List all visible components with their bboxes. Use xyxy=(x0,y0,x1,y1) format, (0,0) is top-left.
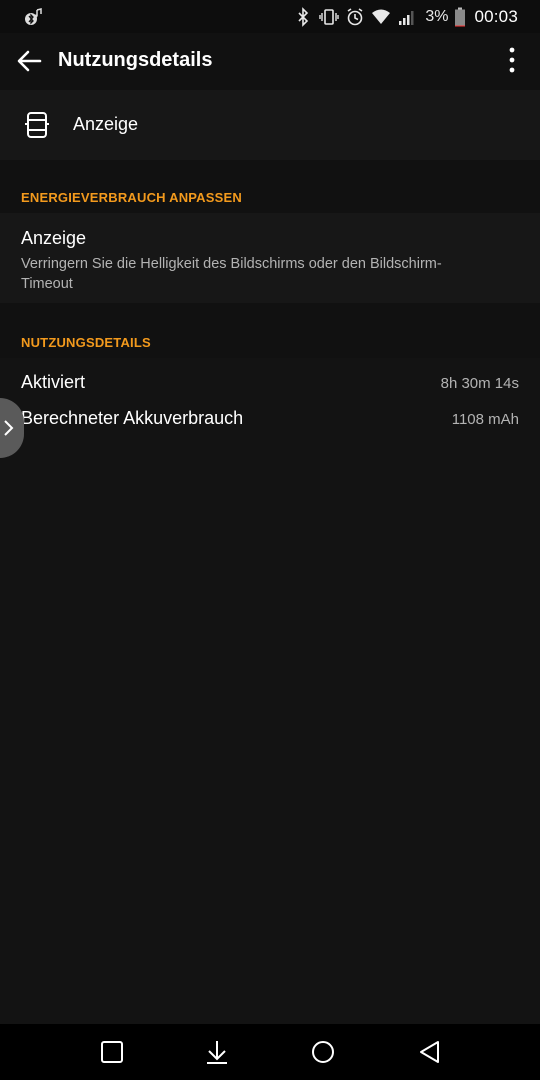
home-icon[interactable] xyxy=(309,1038,337,1066)
usage-value: 8h 30m 14s xyxy=(440,375,519,392)
energy-item-title: Anzeige xyxy=(21,228,87,248)
back-icon[interactable] xyxy=(416,1038,444,1066)
status-bar: 3% 00:03 xyxy=(0,0,540,33)
wifi-icon xyxy=(372,9,391,24)
usage-label: Aktiviert xyxy=(21,372,86,392)
page-title: Nutzungsdetails xyxy=(58,49,213,71)
arrow-left-icon[interactable] xyxy=(14,45,46,77)
navigation-bar xyxy=(0,1024,540,1080)
app-bar: Nutzungsdetails xyxy=(0,33,540,90)
bluetooth-icon xyxy=(298,7,309,27)
usage-value: 1108 mAh xyxy=(451,411,519,428)
app-entry-label: Anzeige xyxy=(73,114,139,134)
notifications-pull-icon[interactable] xyxy=(203,1038,231,1066)
signal-icon xyxy=(399,11,414,25)
usage-details-card: Aktiviert 8h 30m 14s Berechneter Akkuver… xyxy=(0,358,540,1024)
battery-icon xyxy=(455,7,466,27)
vibrate-icon xyxy=(319,9,340,25)
status-icons: 3% 00:03 xyxy=(293,5,518,29)
display-icon xyxy=(25,112,49,138)
bluetooth-music-icon xyxy=(25,8,42,25)
more-vert-icon[interactable] xyxy=(500,45,524,77)
usage-row-battery: Berechneter Akkuverbrauch 1108 mAh xyxy=(21,408,519,436)
chevron-right-icon xyxy=(4,420,14,436)
recent-apps-icon[interactable] xyxy=(98,1038,126,1066)
usage-label: Berechneter Akkuverbrauch xyxy=(21,408,244,428)
energy-suggestion-item[interactable]: Anzeige Verringern Sie die Helligkeit de… xyxy=(0,213,540,303)
app-entry-card: Anzeige xyxy=(0,90,540,160)
section-header-usage: NUTZUNGSDETAILS xyxy=(21,335,151,350)
status-time: 00:03 xyxy=(474,7,518,26)
section-header-energy: ENERGIEVERBRAUCH ANPASSEN xyxy=(21,190,242,205)
energy-item-description: Verringern Sie die Helligkeit des Bildsc… xyxy=(21,256,442,292)
battery-percent: 3% xyxy=(425,8,449,25)
usage-row-active: Aktiviert 8h 30m 14s xyxy=(21,372,519,400)
alarm-icon xyxy=(347,8,363,26)
